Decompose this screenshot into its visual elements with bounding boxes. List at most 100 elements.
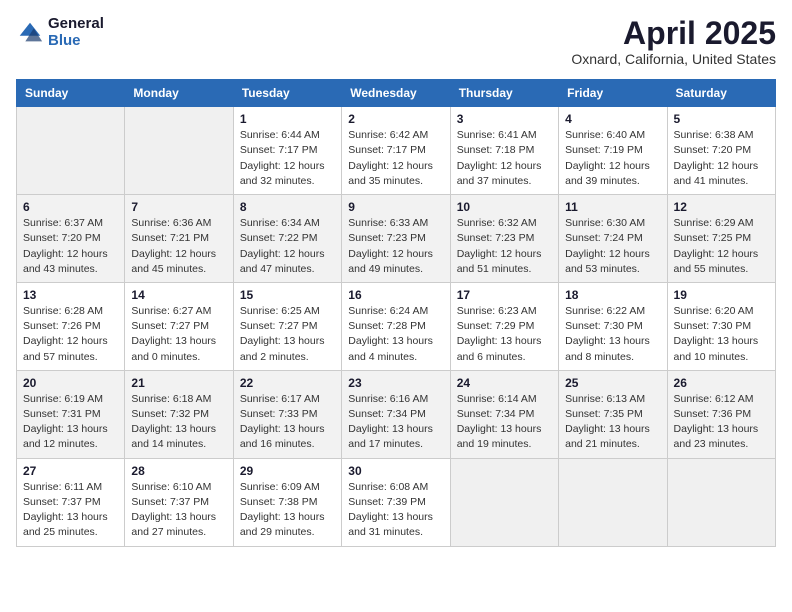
page-header: General Blue April 2025 Oxnard, Californ… bbox=[16, 16, 776, 67]
title-block: April 2025 Oxnard, California, United St… bbox=[571, 16, 776, 67]
calendar-table: SundayMondayTuesdayWednesdayThursdayFrid… bbox=[16, 79, 776, 546]
month-title: April 2025 bbox=[571, 16, 776, 51]
day-number: 27 bbox=[23, 464, 118, 478]
day-info: Sunrise: 6:17 AMSunset: 7:33 PMDaylight:… bbox=[240, 392, 335, 453]
logo-text: General Blue bbox=[48, 16, 104, 49]
day-number: 9 bbox=[348, 200, 443, 214]
calendar-day-cell bbox=[667, 458, 775, 546]
weekday-header-thursday: Thursday bbox=[450, 80, 558, 107]
weekday-header-tuesday: Tuesday bbox=[233, 80, 341, 107]
weekday-header-monday: Monday bbox=[125, 80, 233, 107]
day-info: Sunrise: 6:25 AMSunset: 7:27 PMDaylight:… bbox=[240, 304, 335, 365]
day-info: Sunrise: 6:44 AMSunset: 7:17 PMDaylight:… bbox=[240, 128, 335, 189]
calendar-day-cell bbox=[450, 458, 558, 546]
day-number: 15 bbox=[240, 288, 335, 302]
day-number: 5 bbox=[674, 112, 769, 126]
day-number: 12 bbox=[674, 200, 769, 214]
calendar-week-row: 13 Sunrise: 6:28 AMSunset: 7:26 PMDayligh… bbox=[17, 282, 776, 370]
calendar-day-cell: 2Sunrise: 6:42 AMSunset: 7:17 PMDaylight… bbox=[342, 107, 450, 195]
day-number: 22 bbox=[240, 376, 335, 390]
day-info: Sunrise: 6:14 AMSunset: 7:34 PMDaylight:… bbox=[457, 392, 552, 453]
calendar-day-cell: 9 Sunrise: 6:33 AMSunset: 7:23 PMDaylight… bbox=[342, 195, 450, 283]
day-info: Sunrise: 6:20 AMSunset: 7:30 PMDaylight:… bbox=[674, 304, 769, 365]
weekday-header-friday: Friday bbox=[559, 80, 667, 107]
day-info: Sunrise: 6:36 AMSunset: 7:21 PMDaylight:… bbox=[131, 216, 226, 277]
day-number: 16 bbox=[348, 288, 443, 302]
calendar-day-cell: 12 Sunrise: 6:29 AMSunset: 7:25 PMDayligh… bbox=[667, 195, 775, 283]
weekday-header-wednesday: Wednesday bbox=[342, 80, 450, 107]
day-number: 13 bbox=[23, 288, 118, 302]
day-info: Sunrise: 6:22 AMSunset: 7:30 PMDaylight:… bbox=[565, 304, 660, 365]
calendar-day-cell: 22 Sunrise: 6:17 AMSunset: 7:33 PMDayligh… bbox=[233, 370, 341, 458]
calendar-day-cell: 15 Sunrise: 6:25 AMSunset: 7:27 PMDayligh… bbox=[233, 282, 341, 370]
day-number: 8 bbox=[240, 200, 335, 214]
calendar-day-cell: 20 Sunrise: 6:19 AMSunset: 7:31 PMDayligh… bbox=[17, 370, 125, 458]
day-info: Sunrise: 6:29 AMSunset: 7:25 PMDaylight:… bbox=[674, 216, 769, 277]
calendar-day-cell: 6Sunrise: 6:37 AMSunset: 7:20 PMDaylight… bbox=[17, 195, 125, 283]
day-number: 1 bbox=[240, 112, 335, 126]
day-number: 18 bbox=[565, 288, 660, 302]
day-info: Sunrise: 6:33 AMSunset: 7:23 PMDaylight:… bbox=[348, 216, 443, 277]
day-info: Sunrise: 6:41 AMSunset: 7:18 PMDaylight:… bbox=[457, 128, 552, 189]
calendar-week-row: 20 Sunrise: 6:19 AMSunset: 7:31 PMDayligh… bbox=[17, 370, 776, 458]
day-number: 19 bbox=[674, 288, 769, 302]
day-info: Sunrise: 6:18 AMSunset: 7:32 PMDaylight:… bbox=[131, 392, 226, 453]
day-number: 10 bbox=[457, 200, 552, 214]
calendar-day-cell: 29 Sunrise: 6:09 AMSunset: 7:38 PMDayligh… bbox=[233, 458, 341, 546]
calendar-day-cell: 4 Sunrise: 6:40 AMSunset: 7:19 PMDaylight… bbox=[559, 107, 667, 195]
day-number: 24 bbox=[457, 376, 552, 390]
calendar-day-cell: 19 Sunrise: 6:20 AMSunset: 7:30 PMDayligh… bbox=[667, 282, 775, 370]
calendar-day-cell: 16 Sunrise: 6:24 AMSunset: 7:28 PMDayligh… bbox=[342, 282, 450, 370]
weekday-header-row: SundayMondayTuesdayWednesdayThursdayFrid… bbox=[17, 80, 776, 107]
logo-icon bbox=[16, 19, 44, 47]
day-info: Sunrise: 6:19 AMSunset: 7:31 PMDaylight:… bbox=[23, 392, 118, 453]
day-info: Sunrise: 6:30 AMSunset: 7:24 PMDaylight:… bbox=[565, 216, 660, 277]
day-number: 7 bbox=[131, 200, 226, 214]
day-number: 4 bbox=[565, 112, 660, 126]
calendar-day-cell: 3Sunrise: 6:41 AMSunset: 7:18 PMDaylight… bbox=[450, 107, 558, 195]
day-info: Sunrise: 6:28 AMSunset: 7:26 PMDaylight:… bbox=[23, 304, 118, 365]
day-info: Sunrise: 6:12 AMSunset: 7:36 PMDaylight:… bbox=[674, 392, 769, 453]
calendar-day-cell: 21 Sunrise: 6:18 AMSunset: 7:32 PMDayligh… bbox=[125, 370, 233, 458]
calendar-day-cell: 24 Sunrise: 6:14 AMSunset: 7:34 PMDayligh… bbox=[450, 370, 558, 458]
day-number: 20 bbox=[23, 376, 118, 390]
day-info: Sunrise: 6:34 AMSunset: 7:22 PMDaylight:… bbox=[240, 216, 335, 277]
day-number: 11 bbox=[565, 200, 660, 214]
calendar-week-row: 6Sunrise: 6:37 AMSunset: 7:20 PMDaylight… bbox=[17, 195, 776, 283]
day-number: 14 bbox=[131, 288, 226, 302]
day-info: Sunrise: 6:38 AMSunset: 7:20 PMDaylight:… bbox=[674, 128, 769, 189]
calendar-day-cell: 1 Sunrise: 6:44 AMSunset: 7:17 PMDaylight… bbox=[233, 107, 341, 195]
calendar-day-cell: 26Sunrise: 6:12 AMSunset: 7:36 PMDayligh… bbox=[667, 370, 775, 458]
day-info: Sunrise: 6:16 AMSunset: 7:34 PMDaylight:… bbox=[348, 392, 443, 453]
day-info: Sunrise: 6:24 AMSunset: 7:28 PMDaylight:… bbox=[348, 304, 443, 365]
calendar-day-cell: 5 Sunrise: 6:38 AMSunset: 7:20 PMDaylight… bbox=[667, 107, 775, 195]
day-info: Sunrise: 6:11 AMSunset: 7:37 PMDaylight:… bbox=[23, 480, 118, 541]
day-info: Sunrise: 6:09 AMSunset: 7:38 PMDaylight:… bbox=[240, 480, 335, 541]
calendar-day-cell bbox=[17, 107, 125, 195]
day-number: 2 bbox=[348, 112, 443, 126]
weekday-header-sunday: Sunday bbox=[17, 80, 125, 107]
calendar-day-cell: 18 Sunrise: 6:22 AMSunset: 7:30 PMDayligh… bbox=[559, 282, 667, 370]
day-number: 21 bbox=[131, 376, 226, 390]
day-number: 29 bbox=[240, 464, 335, 478]
calendar-day-cell: 10 Sunrise: 6:32 AMSunset: 7:23 PMDayligh… bbox=[450, 195, 558, 283]
day-number: 6 bbox=[23, 200, 118, 214]
calendar-day-cell: 11 Sunrise: 6:30 AMSunset: 7:24 PMDayligh… bbox=[559, 195, 667, 283]
logo: General Blue bbox=[16, 16, 104, 49]
day-info: Sunrise: 6:32 AMSunset: 7:23 PMDaylight:… bbox=[457, 216, 552, 277]
day-number: 23 bbox=[348, 376, 443, 390]
calendar-day-cell: 7 Sunrise: 6:36 AMSunset: 7:21 PMDaylight… bbox=[125, 195, 233, 283]
logo-general: General bbox=[48, 16, 104, 33]
calendar-day-cell: 27 Sunrise: 6:11 AMSunset: 7:37 PMDayligh… bbox=[17, 458, 125, 546]
calendar-day-cell bbox=[125, 107, 233, 195]
day-number: 25 bbox=[565, 376, 660, 390]
day-number: 30 bbox=[348, 464, 443, 478]
calendar-day-cell: 30 Sunrise: 6:08 AMSunset: 7:39 PMDayligh… bbox=[342, 458, 450, 546]
calendar-week-row: 1 Sunrise: 6:44 AMSunset: 7:17 PMDaylight… bbox=[17, 107, 776, 195]
calendar-week-row: 27 Sunrise: 6:11 AMSunset: 7:37 PMDayligh… bbox=[17, 458, 776, 546]
day-info: Sunrise: 6:08 AMSunset: 7:39 PMDaylight:… bbox=[348, 480, 443, 541]
weekday-header-saturday: Saturday bbox=[667, 80, 775, 107]
calendar-day-cell: 13 Sunrise: 6:28 AMSunset: 7:26 PMDayligh… bbox=[17, 282, 125, 370]
calendar-day-cell: 17Sunrise: 6:23 AMSunset: 7:29 PMDayligh… bbox=[450, 282, 558, 370]
day-info: Sunrise: 6:40 AMSunset: 7:19 PMDaylight:… bbox=[565, 128, 660, 189]
